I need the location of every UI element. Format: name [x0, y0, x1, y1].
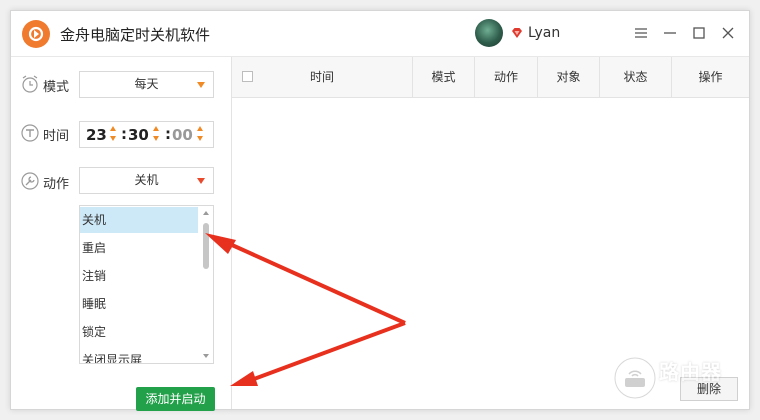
action-option-lock[interactable]: 锁定 [80, 319, 198, 345]
minimize-icon[interactable] [658, 21, 682, 45]
title-bar: 金舟电脑定时关机软件 Lyan [11, 11, 749, 57]
time-label: 时间 [43, 129, 70, 144]
hour-field[interactable]: 23 [86, 126, 107, 144]
time-icon [21, 124, 39, 142]
hour-stepper[interactable] [110, 126, 118, 144]
router-logo-icon [614, 357, 656, 399]
mode-select[interactable]: 每天 [79, 71, 214, 98]
scroll-up-icon[interactable] [203, 211, 209, 215]
app-title: 金舟电脑定时关机软件 [60, 26, 211, 44]
maximize-icon[interactable] [687, 21, 711, 45]
action-label: 动作 [43, 177, 70, 192]
minute-stepper[interactable] [153, 126, 161, 144]
action-value: 关机 [134, 173, 159, 187]
menu-icon[interactable] [629, 21, 653, 45]
watermark: 路由器 [607, 352, 753, 404]
username: Lyan [528, 25, 561, 41]
action-option-display-off[interactable]: 关闭显示屏 [80, 347, 198, 363]
app-logo-icon [22, 20, 50, 48]
column-target: 对象 [538, 57, 600, 97]
second-field[interactable]: 00 [172, 126, 193, 144]
chevron-down-icon [197, 82, 205, 88]
app-window: 金舟电脑定时关机软件 Lyan 模式 每天 时间 23: 30: 00 动作… [10, 10, 750, 411]
action-dropdown-list[interactable]: 关机 重启 注销 睡眠 锁定 关闭显示屏 [79, 205, 214, 364]
action-option-sleep[interactable]: 睡眠 [80, 291, 198, 317]
column-operation: 操作 [698, 70, 723, 84]
action-option-shutdown[interactable]: 关机 [80, 207, 198, 233]
second-stepper[interactable] [197, 126, 205, 144]
mode-label: 模式 [43, 80, 70, 95]
column-action: 动作 [475, 57, 538, 97]
wrench-icon [21, 172, 39, 190]
mode-value: 每天 [134, 77, 159, 91]
column-mode: 模式 [413, 57, 475, 97]
scroll-down-icon[interactable] [203, 354, 209, 358]
close-icon[interactable] [716, 21, 740, 45]
settings-panel: 模式 每天 时间 23 : 30 : 00 动作 关机 关机 重启 注销 睡眠 … [11, 57, 232, 411]
column-status: 状态 [600, 57, 672, 97]
action-select[interactable]: 关机 [79, 167, 214, 194]
time-input[interactable]: 23 : 30 : 00 [79, 121, 214, 148]
dropdown-scrollbar[interactable] [200, 207, 212, 362]
task-table-header: 时间 模式 动作 对象 状态 操作 [232, 57, 749, 98]
action-option-logoff[interactable]: 注销 [80, 263, 198, 289]
chevron-down-icon [197, 178, 205, 184]
column-time: 时间 [232, 57, 413, 97]
alarm-clock-icon [22, 75, 38, 93]
select-all-checkbox[interactable] [242, 71, 253, 82]
watermark-text: 路由器 [659, 360, 722, 384]
minute-field[interactable]: 30 [128, 126, 149, 144]
vip-diamond-icon [512, 28, 522, 38]
add-and-start-button[interactable]: 添加并启动 [136, 387, 215, 411]
user-avatar[interactable] [475, 19, 503, 47]
scroll-thumb[interactable] [203, 223, 209, 269]
action-option-restart[interactable]: 重启 [80, 235, 198, 261]
column-time-label: 时间 [309, 70, 334, 84]
